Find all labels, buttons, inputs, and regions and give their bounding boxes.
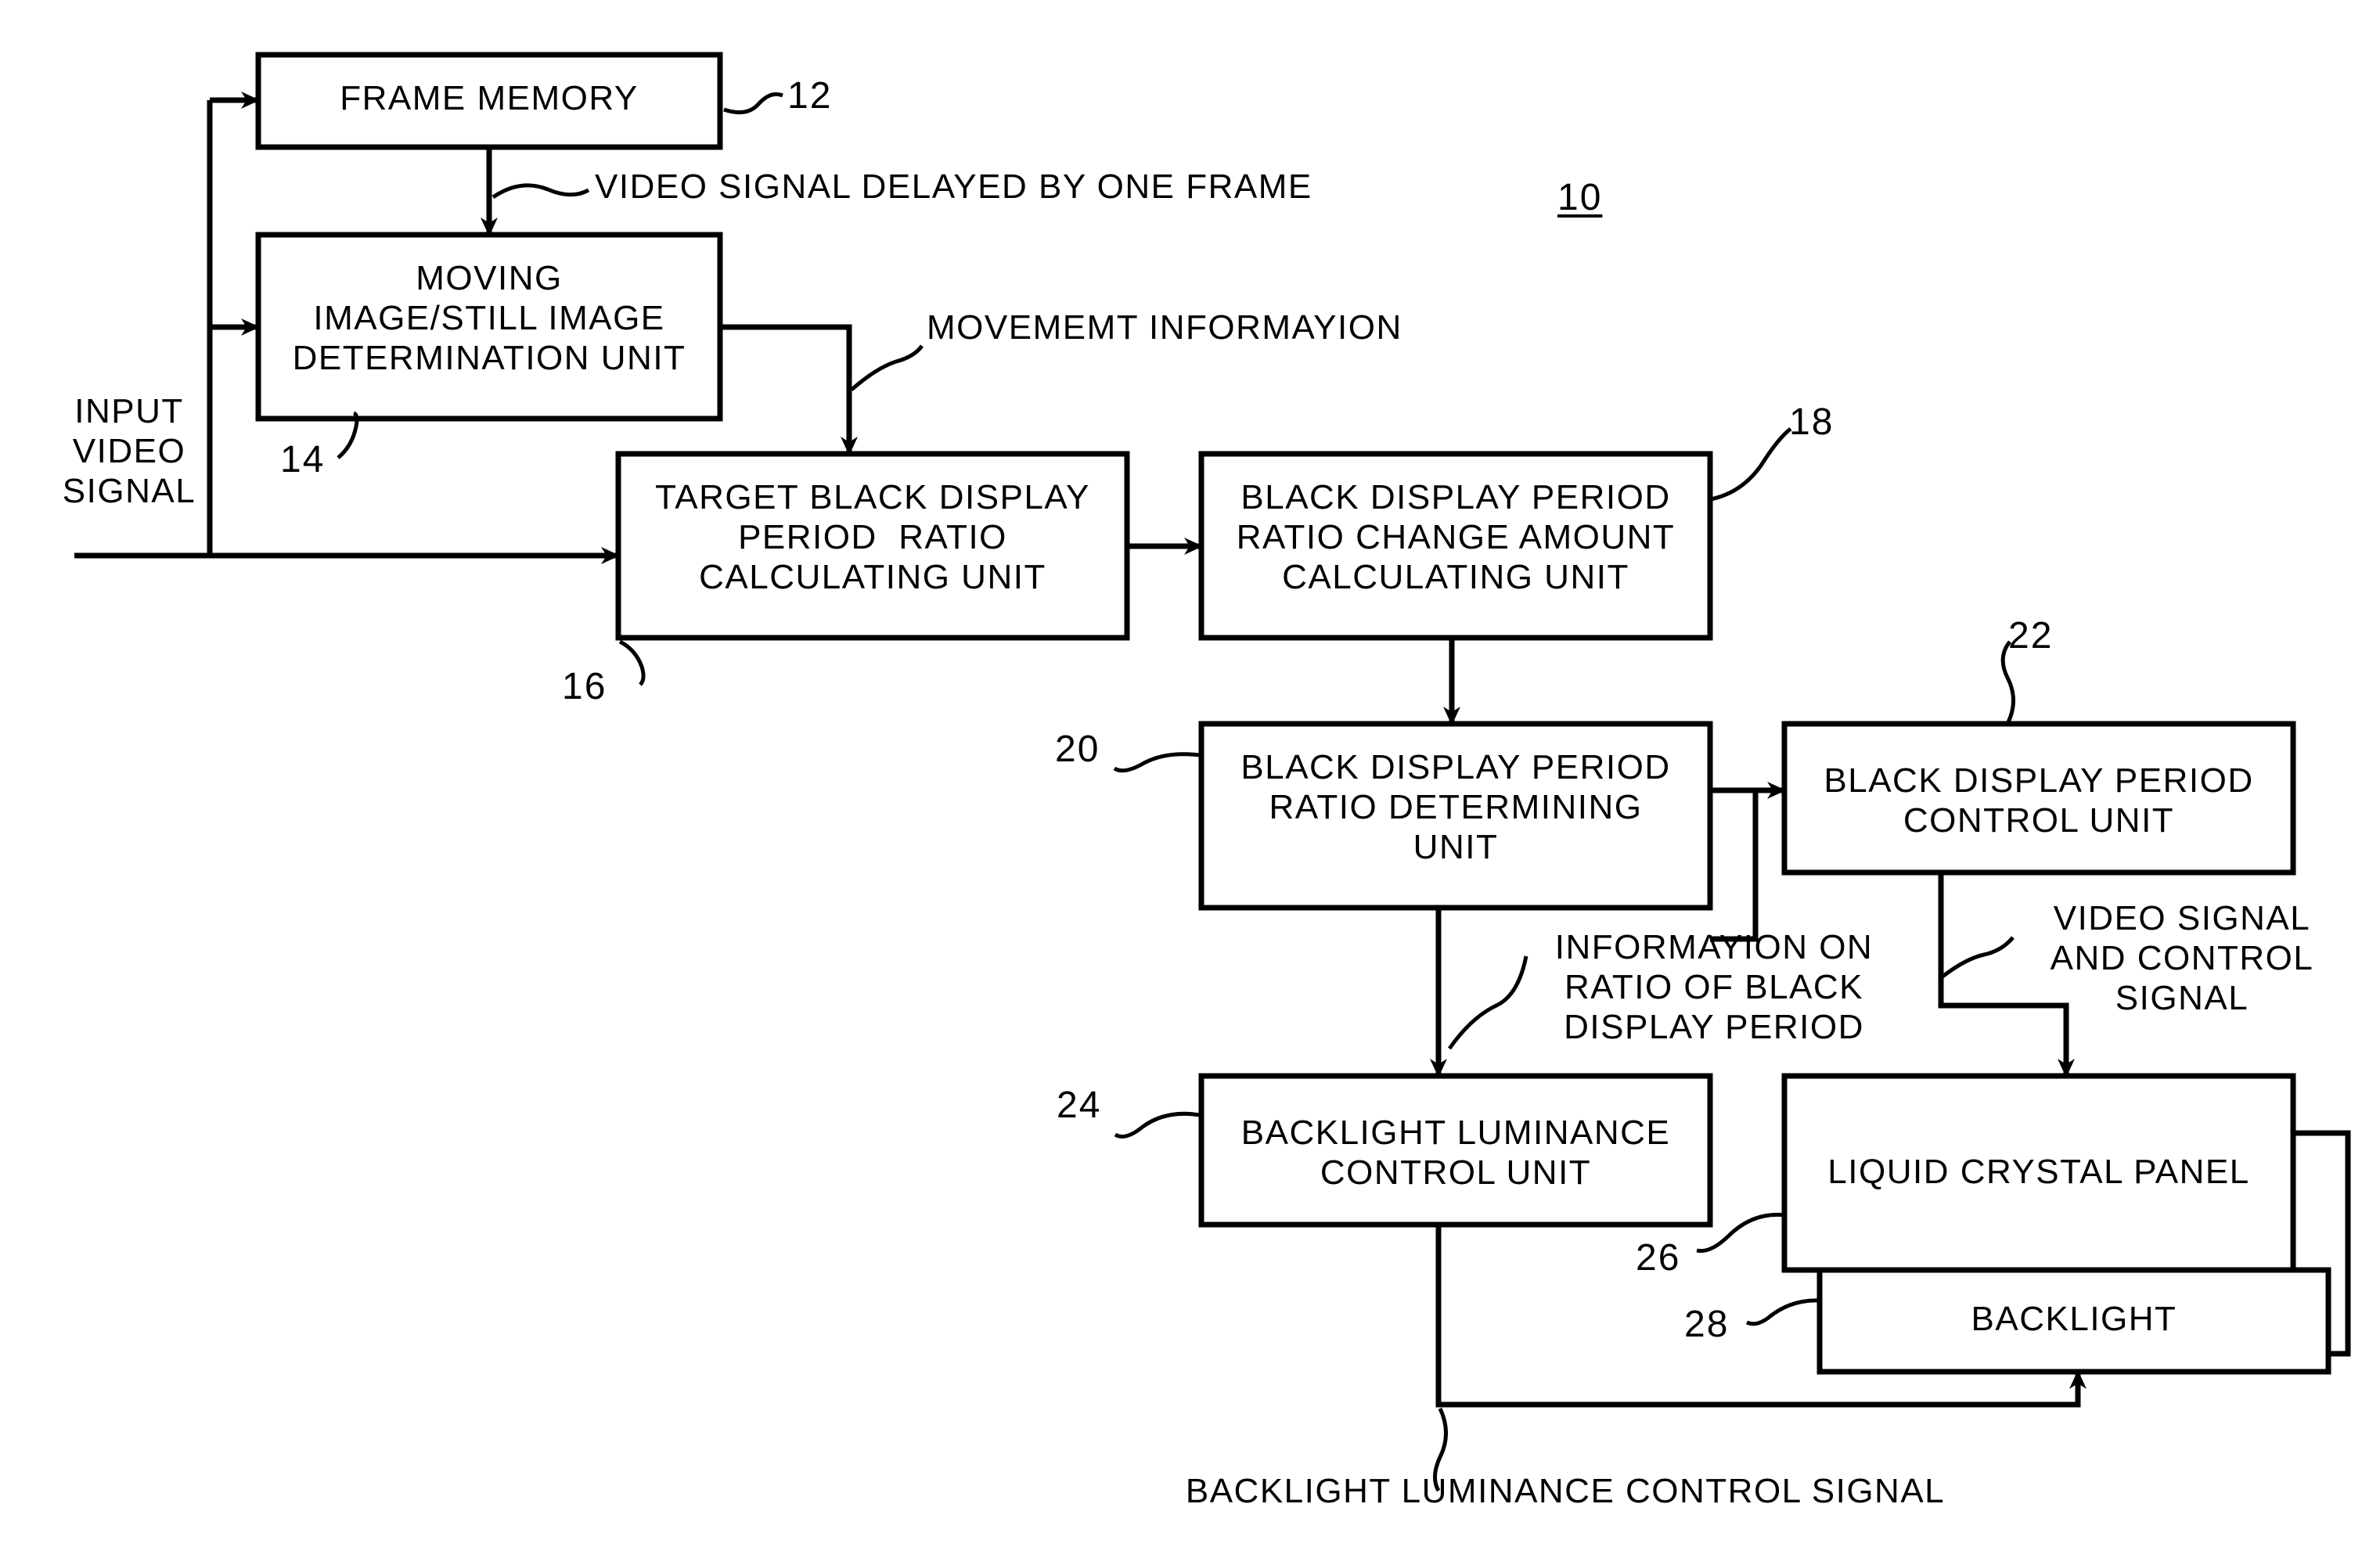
leader-delayed-video bbox=[491, 183, 590, 200]
block-label-ratio-determining: BLACK DISPLAY PERIOD RATIO DETERMINING U… bbox=[1240, 748, 1671, 867]
signal-label-input-video: INPUT VIDEO SIGNAL bbox=[62, 392, 196, 511]
signal-label-movement-info: MOVEMEMT INFORMAYION bbox=[927, 308, 1402, 347]
ref-numeral-26: 26 bbox=[1636, 1237, 1681, 1279]
block-label-backlight: BACKLIGHT bbox=[1971, 1300, 2177, 1338]
leader-video-and-control bbox=[1941, 936, 2015, 978]
wire-ratio-branch-vertical bbox=[1710, 790, 1759, 942]
signal-label-ratio-info: INFORMAYION ON RATIO OF BLACK DISPLAY PE… bbox=[1554, 928, 1874, 1047]
signal-label-video-and-control: VIDEO SIGNAL AND CONTROL SIGNAL bbox=[2050, 899, 2314, 1018]
leader-28 bbox=[1745, 1298, 1822, 1326]
signal-label-delayed-video: VIDEO SIGNAL DELAYED BY ONE FRAME bbox=[595, 167, 1312, 206]
ref-numeral-system-10: 10 bbox=[1557, 177, 1603, 218]
leader-16 bbox=[618, 639, 646, 686]
ref-numeral-28: 28 bbox=[1684, 1304, 1730, 1345]
signal-label-backlight-luminance-control: BACKLIGHT LUMINANCE CONTROL SIGNAL bbox=[1185, 1472, 1946, 1510]
patent-figure: FRAME MEMORY MOVING IMAGE/STILL IMAGE DE… bbox=[0, 0, 2380, 1565]
block-label-change-amount: BLACK DISPLAY PERIOD RATIO CHANGE AMOUNT… bbox=[1236, 478, 1676, 597]
ref-numeral-12: 12 bbox=[787, 75, 833, 117]
block-label-backlight-control: BACKLIGHT LUMINANCE CONTROL UNIT bbox=[1240, 1113, 1671, 1193]
ref-numeral-22: 22 bbox=[2008, 615, 2054, 657]
ref-numeral-18: 18 bbox=[1789, 401, 1835, 443]
block-label-period-control: BLACK DISPLAY PERIOD CONTROL UNIT bbox=[1824, 761, 2254, 840]
leader-24 bbox=[1114, 1111, 1201, 1139]
wire-determination-to-target-ratio bbox=[720, 324, 858, 455]
leader-movement-info bbox=[850, 344, 924, 391]
leader-18 bbox=[1710, 427, 1792, 502]
ref-numeral-14: 14 bbox=[280, 439, 326, 480]
leader-20 bbox=[1113, 752, 1201, 773]
ref-numeral-20: 20 bbox=[1055, 729, 1100, 770]
block-label-frame-memory: FRAME MEMORY bbox=[340, 79, 639, 117]
ref-numeral-24: 24 bbox=[1057, 1085, 1102, 1126]
block-label-determination-unit: MOVING IMAGE/STILL IMAGE DETERMINATION U… bbox=[292, 259, 686, 378]
block-label-target-ratio: TARGET BLACK DISPLAY PERIOD RATIO CALCUL… bbox=[655, 478, 1090, 597]
leader-ratio-info bbox=[1447, 955, 1528, 1050]
leader-12 bbox=[723, 92, 783, 115]
block-label-lcd-panel: LIQUID CRYSTAL PANEL bbox=[1827, 1153, 2250, 1191]
ref-numeral-16: 16 bbox=[562, 666, 607, 707]
